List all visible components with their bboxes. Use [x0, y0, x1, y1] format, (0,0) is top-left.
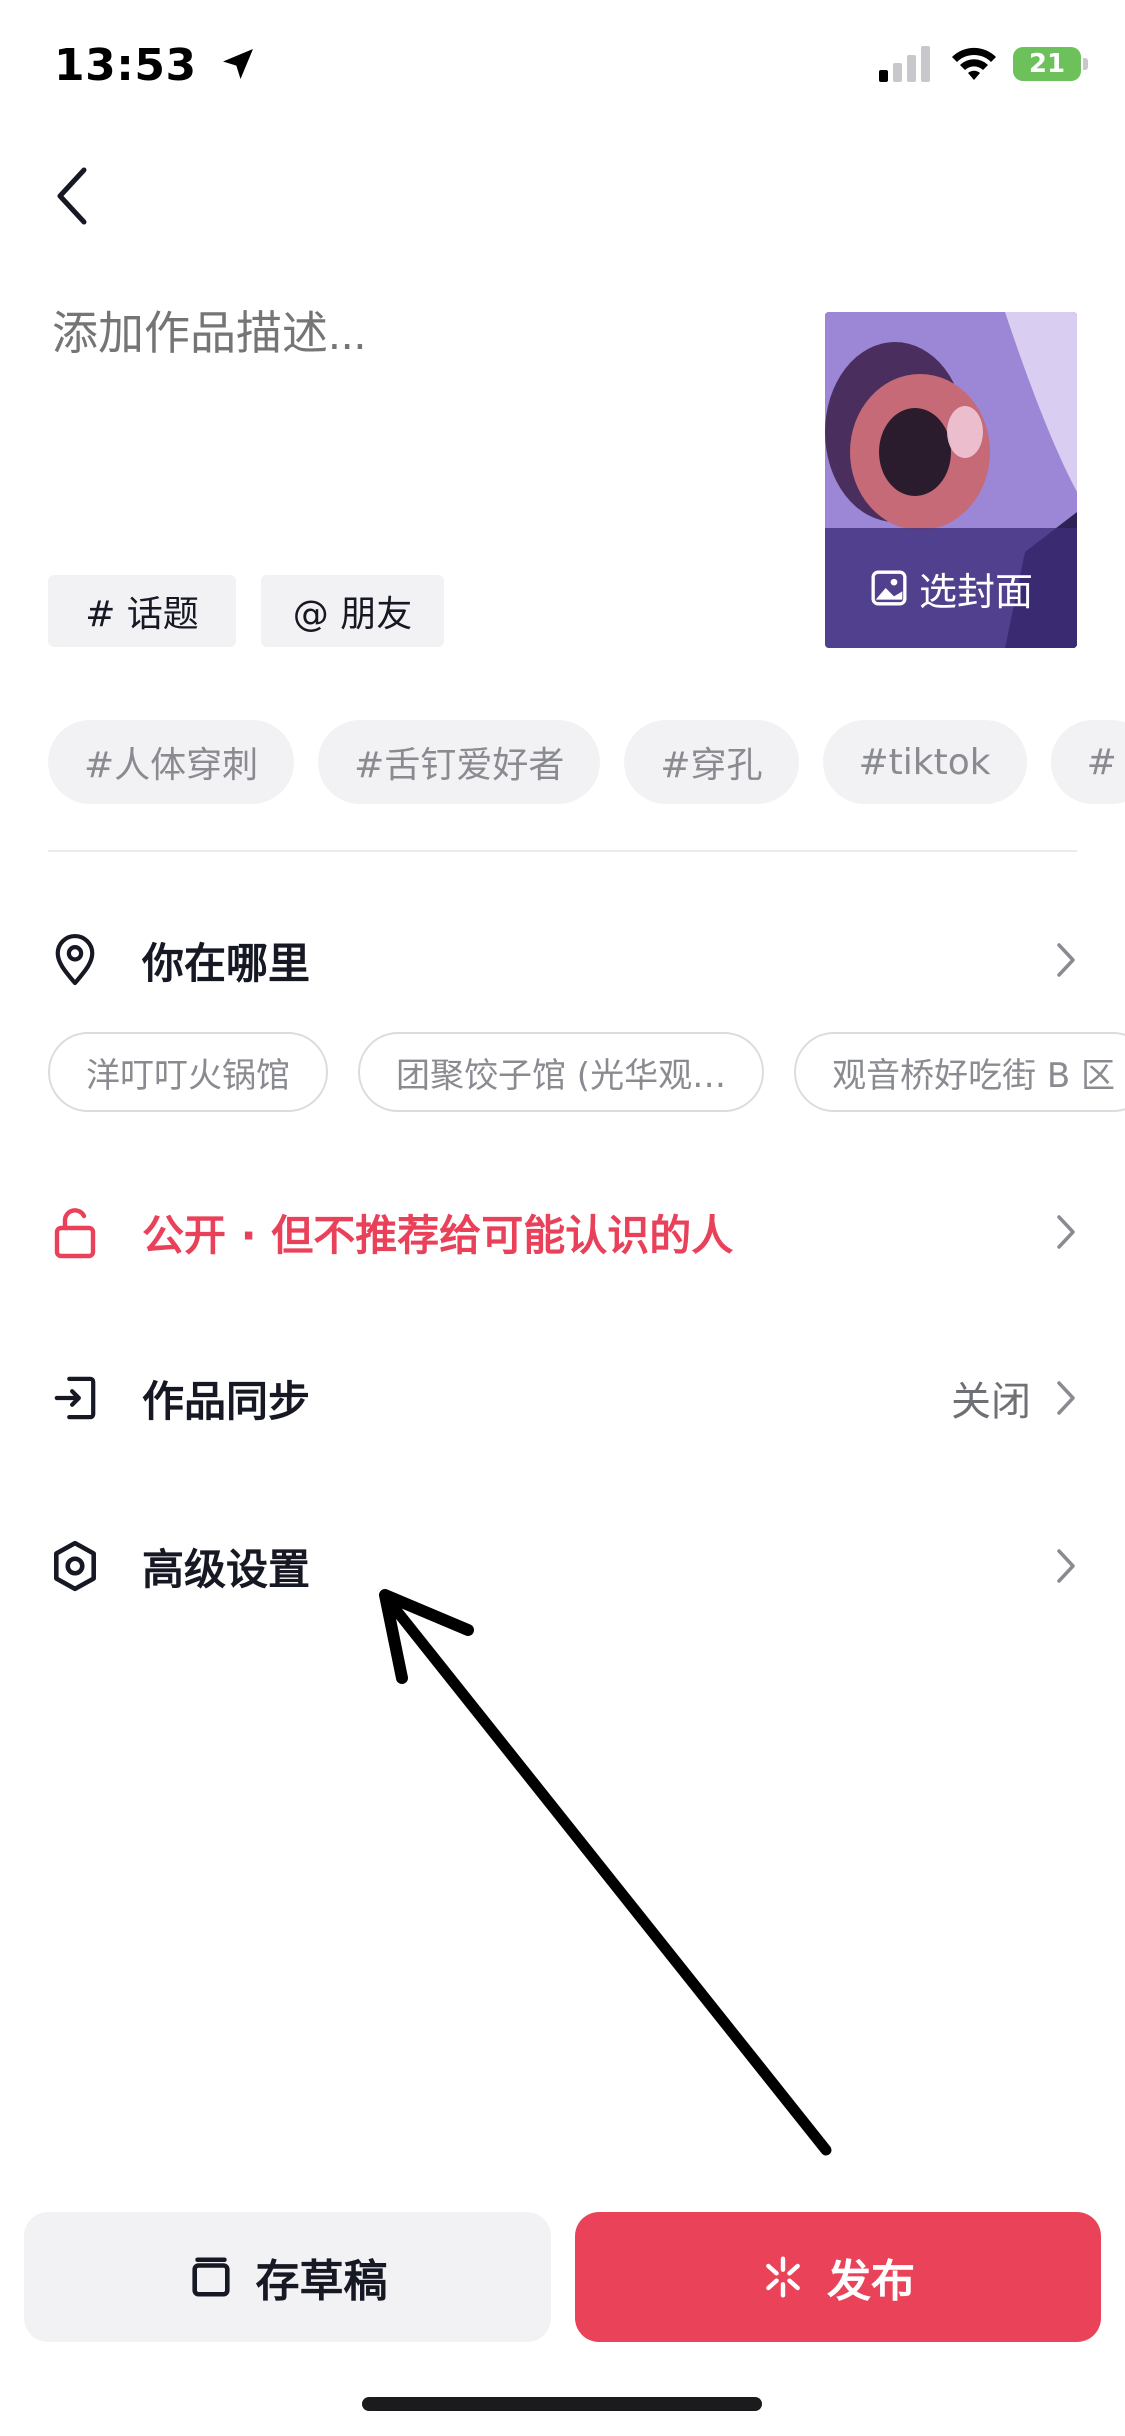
unlock-icon [48, 1205, 102, 1259]
save-draft-button[interactable]: 存草稿 [24, 2212, 551, 2342]
section-divider [48, 850, 1077, 852]
chevron-right-icon [1041, 1377, 1077, 1419]
location-chip-label: 洋叮叮火锅馆 [86, 1055, 290, 1096]
status-time-text: 13:53 [54, 40, 197, 91]
add-topic-label: # 话题 [85, 594, 199, 635]
cover-selector[interactable]: 选封面 [825, 312, 1077, 648]
mention-friend-label: @ 朋友 [292, 594, 413, 635]
battery-icon: 21 [1013, 47, 1088, 81]
location-chip[interactable]: 团聚饺子馆 (光华观… [358, 1032, 765, 1112]
hashtag-chip[interactable]: #穿孔 [624, 720, 799, 804]
chevron-right-icon [1041, 939, 1077, 981]
location-chip[interactable]: 观音桥好吃街 B 区 [794, 1032, 1125, 1112]
chevron-right-icon [1041, 1211, 1077, 1253]
image-icon [871, 570, 907, 606]
draft-box-icon [191, 2257, 230, 2297]
mention-friend-button[interactable]: @ 朋友 [261, 575, 444, 647]
hashtag-label: #人体穿刺 [84, 745, 259, 786]
cellular-signal-icon [879, 46, 930, 82]
location-chip-label: 团聚饺子馆 (光华观… [396, 1055, 727, 1096]
sparkle-icon [766, 2256, 800, 2298]
status-indicators: 21 [879, 46, 1088, 82]
description-input[interactable] [50, 305, 794, 361]
battery-level: 21 [1028, 49, 1066, 79]
hashtag-chip[interactable]: #人体穿刺 [48, 720, 295, 804]
location-arrow-icon [223, 49, 254, 79]
location-label: 你在哪里 [142, 938, 311, 988]
privacy-row[interactable]: 公开 · 但不推荐给可能认识的人 [48, 1202, 1077, 1262]
advanced-settings-label: 高级设置 [142, 1544, 311, 1594]
cover-select-bar: 选封面 [825, 528, 1077, 648]
add-topic-button[interactable]: # 话题 [48, 575, 236, 647]
chevron-left-icon [57, 167, 87, 225]
publish-label: 发布 [827, 2256, 915, 2307]
hashtag-chip[interactable]: #舌钉爱好者 [318, 720, 601, 804]
hashtag-label: # [1086, 741, 1117, 783]
home-indicator [362, 2397, 762, 2411]
share-sync-icon [48, 1371, 102, 1425]
location-suggestions: 洋叮叮火锅馆 团聚饺子馆 (光华观… 观音桥好吃街 B 区 [48, 1032, 1125, 1112]
back-button[interactable] [42, 160, 102, 232]
publish-button[interactable]: 发布 [575, 2212, 1101, 2342]
location-row[interactable]: 你在哪里 [48, 932, 1077, 988]
sync-row[interactable]: 作品同步 关闭 [48, 1368, 1077, 1428]
location-chip-label: 观音桥好吃街 B 区 [832, 1055, 1116, 1096]
sync-value: 关闭 [951, 1379, 1031, 1425]
chevron-right-icon [1041, 1545, 1077, 1587]
hashtag-label: #tiktok [858, 741, 991, 783]
privacy-label: 公开 · 但不推荐给可能认识的人 [142, 1210, 734, 1260]
hashtag-suggestions: #人体穿刺 #舌钉爱好者 #穿孔 #tiktok # [48, 720, 1125, 804]
advanced-settings-row[interactable]: 高级设置 [48, 1536, 1077, 1596]
status-time: 13:53 [54, 40, 258, 91]
hashtag-chip[interactable]: #tiktok [822, 720, 1027, 804]
wifi-icon [952, 47, 996, 80]
sync-label: 作品同步 [142, 1376, 311, 1426]
location-pin-icon [48, 933, 102, 987]
hashtag-label: #舌钉爱好者 [354, 745, 565, 786]
hashtag-chip[interactable]: # [1050, 720, 1125, 804]
location-chip[interactable]: 洋叮叮火锅馆 [48, 1032, 328, 1112]
settings-hexagon-icon [48, 1539, 102, 1593]
save-draft-label: 存草稿 [255, 2256, 388, 2307]
cover-select-label: 选封面 [918, 569, 1033, 614]
hashtag-label: #穿孔 [660, 745, 763, 786]
